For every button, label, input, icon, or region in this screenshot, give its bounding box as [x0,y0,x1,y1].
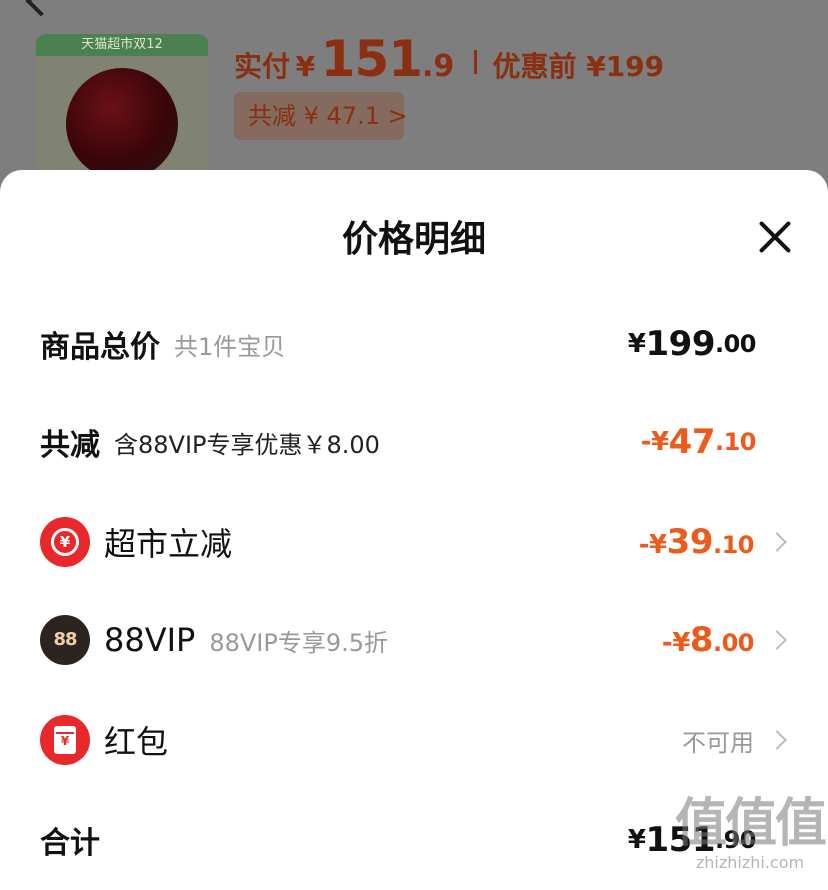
currency: -¥ [661,628,690,658]
amount-int: 39 [666,522,714,562]
subtotal-row: 商品总价 共1件宝贝 ¥199.00 [40,314,790,374]
amount-dec: .10 [712,531,755,559]
paid-dec: .9 [422,49,455,84]
red-packet-label: 红包 [104,723,169,761]
market-discount-amount: -¥39.10 [638,522,755,562]
currency: ¥ [627,825,646,855]
amount-dec: .10 [714,428,757,456]
vip-amount: -¥8.00 [661,620,755,660]
market-discount-value: -¥39.10 [639,512,790,572]
discount-note: 含88VIP专享优惠￥8.00 [114,430,380,459]
chevron-right-icon [767,532,787,552]
vip-label: 88VIP [104,621,196,659]
yen-glyph: ¥ [54,726,76,754]
watermark-site: zhizhizhi.com [695,853,805,872]
amount-dec: .00 [712,629,755,657]
sheet-title: 价格明细 [341,219,486,260]
paid-label: 实付 [234,50,291,83]
market-discount-label: 超市立减 [104,525,233,563]
price-detail-sheet: 价格明细 商品总价 共1件宝贝 ¥199.00 共减 含88VIP专享优惠￥8.… [0,170,828,890]
yen-glyph: ¥ [51,528,79,556]
vip-88-icon: 88 [40,615,90,665]
site-watermark: 值值值 zhizhizhi.com [672,796,828,890]
discount-amount: -¥ 47.10 [640,412,757,472]
vip-note: 88VIP专享9.5折 [209,628,389,657]
red-packet-icon: ¥ [40,715,90,765]
paid-currency: ¥ [295,50,316,83]
thumb-banner: 天猫超市双12 [36,34,208,56]
paid-summary: 实付 ¥ 151.9 优惠前 ¥199 [234,30,664,88]
paid-int: 151 [320,30,423,88]
cherry-image [66,68,178,180]
close-icon[interactable] [756,218,794,256]
red-packet-status: 不可用 [682,728,754,757]
currency: -¥ [638,530,667,560]
currency: ¥ [627,329,646,359]
currency: -¥ [640,427,669,457]
amount-int: 199 [645,324,716,364]
subtotal-amount: ¥199.00 [627,314,757,374]
red-packet-row[interactable]: ¥ 红包 不可用 [40,710,790,770]
original-price: 优惠前 ¥199 [492,50,665,83]
total-label: 合计 [40,826,100,861]
saved-chip[interactable]: 共减 ¥ 47.1 > [234,92,408,140]
amount-dec: .00 [714,330,757,358]
subtotal-label: 商品总价 [40,330,160,365]
red-packet-value: 不可用 [682,710,790,770]
amount-int: 47 [668,422,716,462]
discount-row: 共减 含88VIP专享优惠￥8.00 -¥ 47.10 [40,412,790,472]
amount-int: 8 [689,620,714,660]
back-icon[interactable] [25,0,57,17]
vip-value: -¥8.00 [662,610,790,670]
chevron-right-icon [767,730,787,750]
item-count: 共1件宝贝 [174,332,286,361]
market-discount-icon: ¥ [40,517,90,567]
divider [473,50,477,74]
market-discount-row[interactable]: ¥ 超市立减 -¥39.10 [40,512,790,572]
product-thumbnail: 天猫超市双12 [36,34,208,184]
vip-row[interactable]: 88 88VIP 88VIP专享9.5折 -¥8.00 [40,610,790,670]
discount-label: 共减 [40,428,100,463]
watermark-logo: 值值值 [674,794,827,854]
chevron-right-icon [767,630,787,650]
